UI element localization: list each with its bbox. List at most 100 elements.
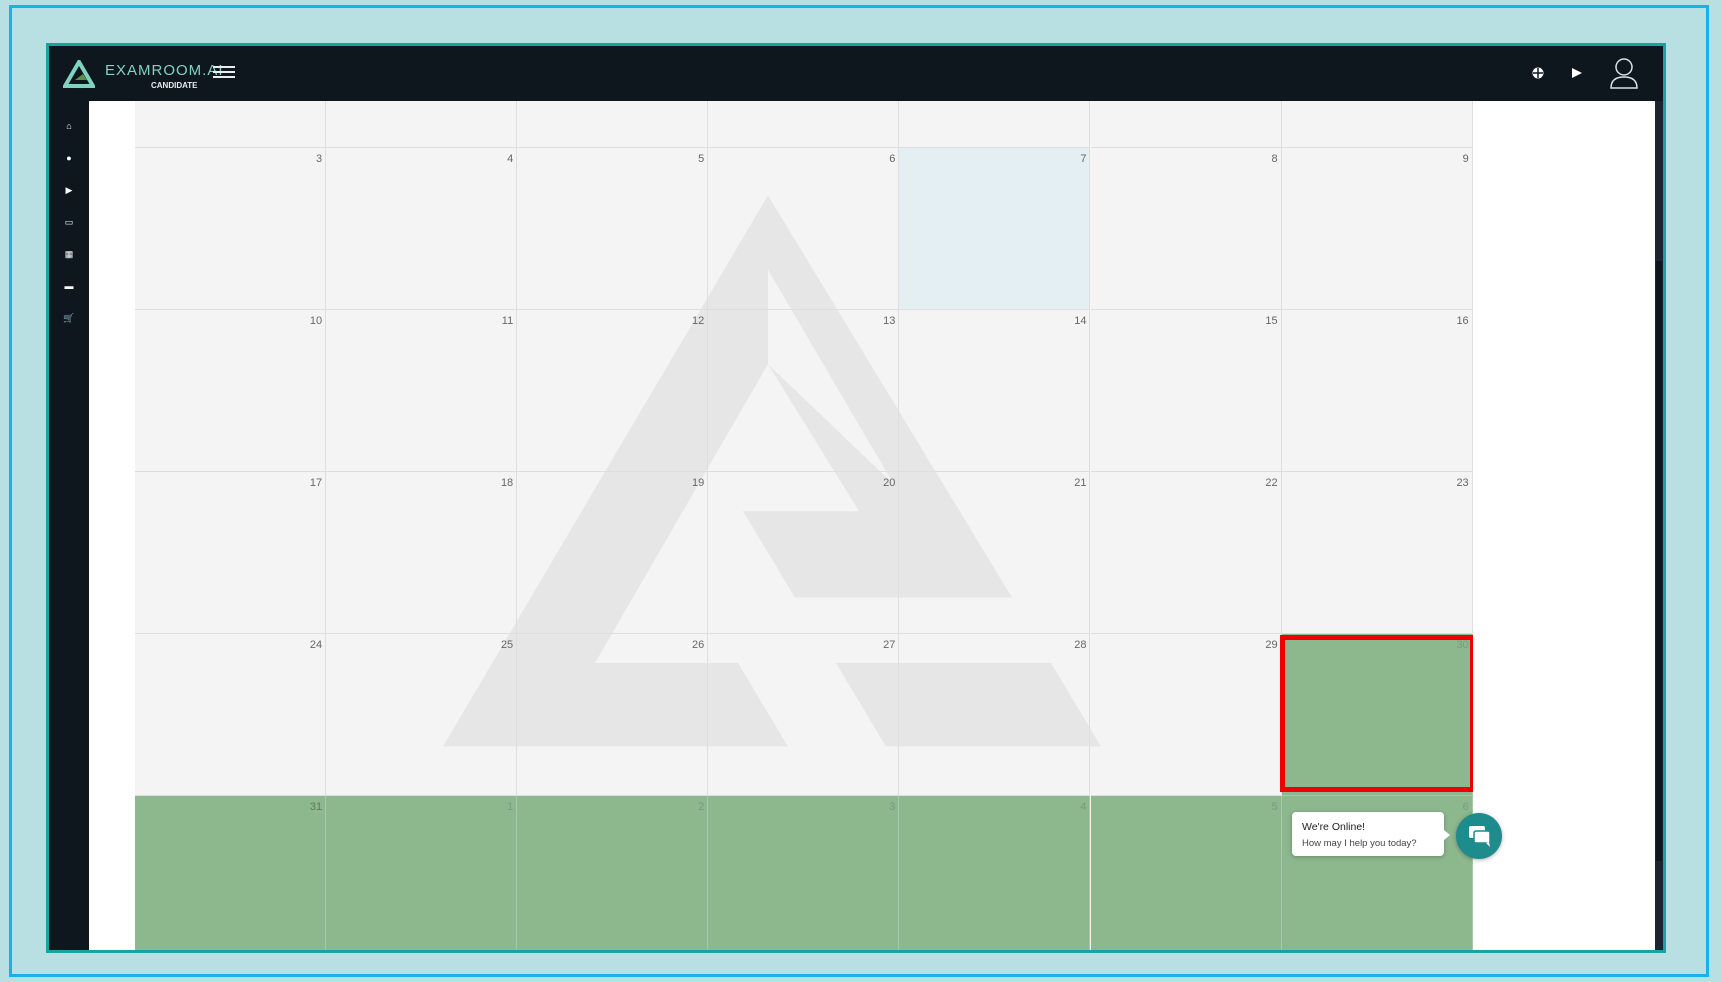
play-icon[interactable]: ▶ <box>61 182 77 198</box>
logo-icon <box>63 60 95 88</box>
calendar-day-cell[interactable]: 2 <box>517 796 709 950</box>
calendar-day-cell[interactable]: 25 <box>326 634 518 796</box>
calendar-day-number: 31 <box>309 801 323 813</box>
calendar-day-cell[interactable]: 18 <box>326 472 518 634</box>
window-icon[interactable]: ▭ <box>61 214 77 230</box>
calendar-day-cell[interactable]: 11 <box>326 310 518 472</box>
calendar-day-cell[interactable]: 6 <box>708 148 900 310</box>
calendar-day-number: 9 <box>1462 153 1469 165</box>
calendar-day-number: 27 <box>883 639 896 651</box>
chat-icon <box>1469 826 1491 847</box>
home-icon[interactable]: ⌂ <box>61 118 77 134</box>
user-avatar-icon[interactable] <box>1609 56 1639 90</box>
calendar-day-number: 1 <box>507 801 514 813</box>
calendar-day-number: 8 <box>1271 153 1278 165</box>
calendar-day-number: 14 <box>1074 315 1087 327</box>
calendar-month-view: 3 4 5 6 7 8 9 10 11 12 13 14 15 16 17 18 19 20 21 22 23 24 25 2… <box>135 101 1473 950</box>
calendar-day-cell[interactable] <box>708 101 900 148</box>
calendar-day-number: 6 <box>1462 801 1469 813</box>
calendar-day-cell[interactable]: 27 <box>708 634 900 796</box>
scrollbar-thumb[interactable] <box>1656 261 1662 861</box>
calendar-day-cell[interactable]: 23 <box>1281 472 1473 634</box>
calendar-day-cell[interactable]: 19 <box>517 472 709 634</box>
calendar-day-number: 13 <box>883 315 896 327</box>
chat-greeting-bubble[interactable]: We're Online! How may I help you today? <box>1292 812 1450 856</box>
calendar-day-number: 22 <box>1265 477 1278 489</box>
calendar-day-cell[interactable]: 31 <box>135 796 327 950</box>
calendar-day-number: 6 <box>889 153 896 165</box>
calendar-day-cell[interactable]: 4 <box>326 148 518 310</box>
calendar-day-number: 5 <box>698 153 705 165</box>
calendar-day-cell[interactable]: 7 <box>899 148 1091 310</box>
calendar-day-number: 19 <box>692 477 705 489</box>
chat-launcher-button[interactable] <box>1456 813 1502 859</box>
calendar-day-cell[interactable]: 1 <box>326 796 518 950</box>
chat-status-text: We're Online! <box>1302 821 1366 833</box>
calendar-day-cell[interactable] <box>135 101 327 148</box>
calendar-day-number: 5 <box>1271 801 1278 813</box>
calendar-day-number: 2 <box>698 801 705 813</box>
calendar-day-number: 24 <box>309 639 323 651</box>
calendar-day-cell[interactable]: 17 <box>135 472 327 634</box>
brand-logo[interactable]: EXAMROOM.AI CANDIDATE <box>63 58 223 92</box>
calendar-day-cell[interactable] <box>326 101 518 148</box>
sidebar: ⌂ ● ▶ ▭ ▦ ▬ 🛒 <box>49 101 89 950</box>
calendar-day-cell[interactable]: 21 <box>899 472 1091 634</box>
chat-prompt-text: How may I help you today? <box>1302 838 1417 849</box>
calendar-day-cell[interactable]: 3 <box>708 796 900 950</box>
menu-toggle-icon[interactable] <box>213 63 235 81</box>
calendar-day-number: 17 <box>309 477 323 489</box>
calendar-day-number: 20 <box>883 477 896 489</box>
calendar-day-number: 11 <box>501 315 514 327</box>
calendar-day-cell[interactable]: 12 <box>517 310 709 472</box>
crosshair-icon[interactable] <box>1531 66 1545 80</box>
top-navbar: EXAMROOM.AI CANDIDATE <box>49 46 1663 101</box>
calendar-day-cell[interactable]: 5 <box>517 148 709 310</box>
calendar-day-cell[interactable]: 5 <box>1090 796 1282 950</box>
calendar-day-cell[interactable]: 24 <box>135 634 327 796</box>
calendar-day-cell[interactable] <box>899 101 1091 148</box>
calendar-day-cell[interactable]: 15 <box>1090 310 1282 472</box>
play-icon[interactable] <box>1571 67 1583 79</box>
calendar-day-number: 3 <box>315 153 323 165</box>
calendar-day-number: 23 <box>1456 477 1469 489</box>
vertical-scrollbar[interactable] <box>1655 101 1663 950</box>
calendar-grid: 3 4 5 6 7 8 9 10 11 12 13 14 15 16 17 18 19 20 21 22 23 24 25 2… <box>135 101 1473 950</box>
calendar-day-number: 7 <box>1080 153 1087 165</box>
calendar-day-number: 25 <box>500 639 514 651</box>
calendar-day-cell[interactable]: 8 <box>1090 148 1282 310</box>
calendar-day-number: 4 <box>1080 801 1087 813</box>
calendar-day-cell[interactable]: 16 <box>1281 310 1473 472</box>
calendar-day-cell[interactable]: 14 <box>899 310 1091 472</box>
calendar-day-number: 4 <box>507 153 514 165</box>
calendar-day-number: 16 <box>1456 315 1469 327</box>
brand-subtitle: CANDIDATE <box>151 81 198 90</box>
calendar-day-cell[interactable]: 9 <box>1281 148 1473 310</box>
calendar-day-number: 12 <box>692 315 705 327</box>
calendar-day-cell[interactable]: 13 <box>708 310 900 472</box>
calendar-day-cell[interactable] <box>517 101 709 148</box>
calendar-day-cell[interactable] <box>1090 101 1282 148</box>
calendar-day-number: 26 <box>692 639 705 651</box>
cart-icon[interactable]: 🛒 <box>61 310 77 326</box>
brand-name: EXAMROOM.AI <box>105 62 224 79</box>
calendar-day-cell[interactable]: 10 <box>135 310 327 472</box>
calendar-day-cell[interactable]: 22 <box>1090 472 1282 634</box>
user-icon[interactable]: ● <box>61 150 77 166</box>
calendar-day-number: 21 <box>1074 477 1087 489</box>
card-icon[interactable]: ▬ <box>61 278 77 294</box>
calendar-day-cell[interactable] <box>1281 101 1473 148</box>
topbar-actions <box>1531 56 1639 90</box>
calendar-day-cell[interactable]: 20 <box>708 472 900 634</box>
calendar-day-number: 15 <box>1265 315 1278 327</box>
selected-date-highlight <box>1279 635 1473 792</box>
calendar-day-cell[interactable]: 28 <box>899 634 1091 796</box>
calendar-day-number: 10 <box>309 315 323 327</box>
calendar-day-cell[interactable]: 4 <box>899 796 1091 950</box>
calendar-day-cell[interactable]: 26 <box>517 634 709 796</box>
calendar-day-number: 29 <box>1265 639 1278 651</box>
calendar-day-cell[interactable]: 3 <box>135 148 327 310</box>
calendar-day-number: 18 <box>500 477 514 489</box>
calculator-icon[interactable]: ▦ <box>61 246 77 262</box>
calendar-day-cell[interactable]: 29 <box>1090 634 1282 796</box>
